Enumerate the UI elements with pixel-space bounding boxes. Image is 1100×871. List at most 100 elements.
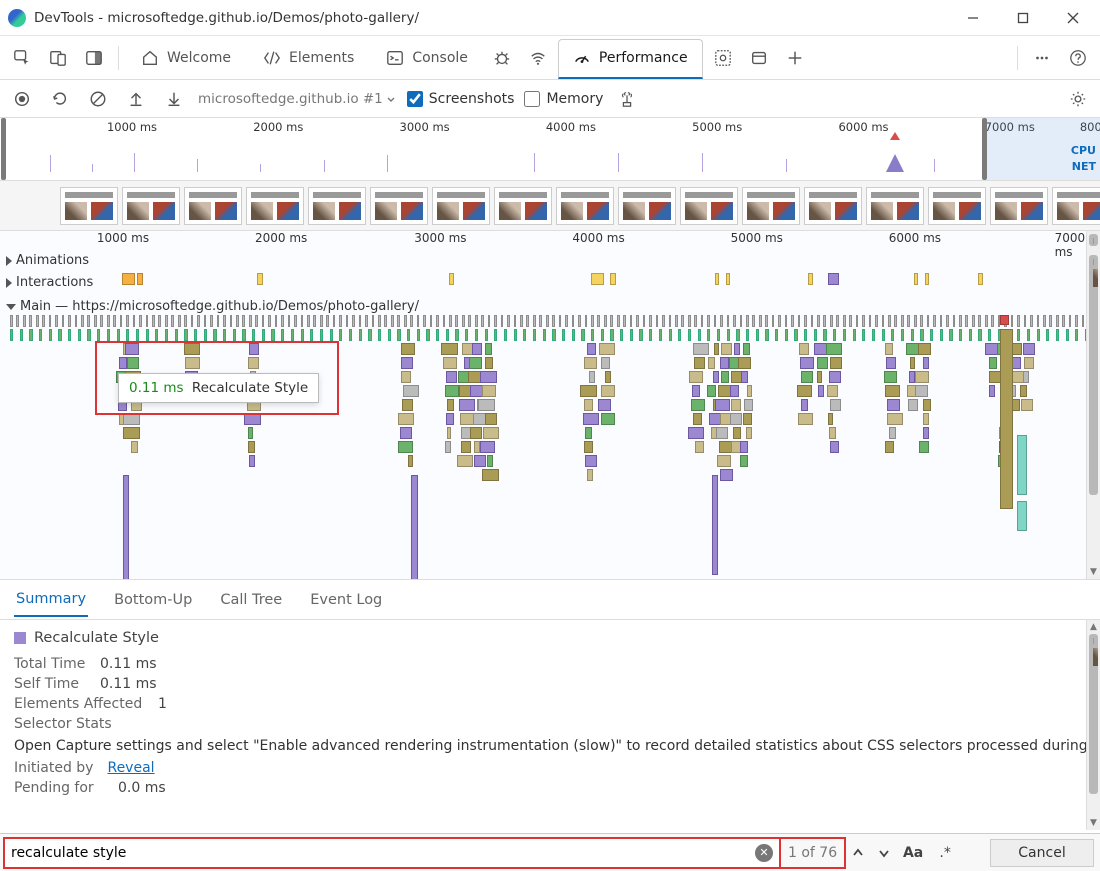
filmstrip-thumbnail[interactable] <box>494 187 552 225</box>
app-window-icon[interactable] <box>743 42 775 74</box>
match-case-button[interactable]: Aa <box>897 840 929 866</box>
flame-event[interactable] <box>747 385 752 397</box>
flame-event[interactable] <box>707 385 716 397</box>
flame-event[interactable] <box>584 441 593 453</box>
filmstrip-thumbnail[interactable] <box>184 187 242 225</box>
flame-event[interactable] <box>829 427 836 439</box>
flame-event[interactable] <box>401 343 415 355</box>
flame-event[interactable] <box>695 441 704 453</box>
flame-event[interactable] <box>827 385 839 397</box>
flame-event[interactable] <box>447 399 454 411</box>
flame-event[interactable] <box>885 385 901 397</box>
flame-event[interactable] <box>401 371 411 383</box>
flame-event[interactable] <box>830 441 839 453</box>
flame-event[interactable] <box>731 399 741 411</box>
flame-event[interactable] <box>601 385 615 397</box>
flame-event[interactable] <box>923 399 931 411</box>
flame-event[interactable] <box>915 385 927 397</box>
dock-side-icon[interactable] <box>78 42 110 74</box>
search-prev-button[interactable] <box>845 840 871 866</box>
clear-button[interactable] <box>84 85 112 113</box>
flame-event[interactable] <box>691 399 705 411</box>
flame-event[interactable] <box>469 357 481 369</box>
network-conditions-icon[interactable] <box>522 42 554 74</box>
flame-event[interactable] <box>487 455 493 467</box>
flame-event[interactable] <box>1024 357 1033 369</box>
flame-event[interactable] <box>694 357 705 369</box>
flame-event[interactable] <box>693 413 703 425</box>
flame-event[interactable] <box>923 427 928 439</box>
flame-event[interactable] <box>459 399 476 411</box>
flame-event[interactable] <box>1020 385 1027 397</box>
flame-event[interactable] <box>248 427 253 439</box>
flame-event[interactable] <box>797 385 812 397</box>
flame-event[interactable] <box>584 357 597 369</box>
load-profile-button[interactable] <box>122 85 150 113</box>
flame-event[interactable] <box>485 357 492 369</box>
flame-event[interactable] <box>714 343 718 355</box>
flame-event[interactable] <box>693 343 709 355</box>
filmstrip-thumbnail[interactable] <box>990 187 1048 225</box>
flame-event[interactable] <box>482 469 499 481</box>
flame-event[interactable] <box>730 413 743 425</box>
flame-event[interactable] <box>474 455 487 467</box>
tab-elements[interactable]: Elements <box>249 38 368 78</box>
flame-event[interactable] <box>885 441 894 453</box>
flame-event[interactable] <box>482 385 496 397</box>
flame-event[interactable] <box>887 399 900 411</box>
flame-event[interactable] <box>741 371 748 383</box>
flame-event[interactable] <box>485 413 497 425</box>
flame-event[interactable] <box>470 427 482 439</box>
flame-event[interactable] <box>605 371 611 383</box>
filmstrip-thumbnail[interactable] <box>1052 187 1100 225</box>
overview-minimap[interactable]: 1000 ms2000 ms3000 ms4000 ms5000 ms6000 … <box>0 118 1100 181</box>
screenshots-checkbox[interactable]: Screenshots <box>407 91 515 107</box>
flame-event[interactable] <box>408 455 414 467</box>
flame-event[interactable] <box>472 343 482 355</box>
main-track-header[interactable]: Main — https://microsoftedge.github.io/D… <box>0 297 425 316</box>
flame-event[interactable] <box>818 385 824 397</box>
flame-event[interactable] <box>587 343 596 355</box>
flame-event[interactable] <box>716 427 728 439</box>
flame-event[interactable] <box>601 357 610 369</box>
filmstrip-thumbnail[interactable] <box>804 187 862 225</box>
clear-search-icon[interactable]: ✕ <box>755 844 773 862</box>
flame-event[interactable] <box>123 427 140 439</box>
flame-scrollbar[interactable]: ▼ ▼ <box>1086 249 1100 579</box>
flame-event[interactable] <box>830 357 842 369</box>
filmstrip-thumbnail[interactable] <box>556 187 614 225</box>
flame-event[interactable] <box>249 455 255 467</box>
filmstrip-thumbnail[interactable] <box>928 187 986 225</box>
overview-left-handle[interactable] <box>1 118 6 180</box>
save-profile-button[interactable] <box>160 85 188 113</box>
flame-event[interactable] <box>583 413 600 425</box>
flame-event[interactable] <box>403 385 419 397</box>
filmstrip-thumbnail[interactable] <box>122 187 180 225</box>
flame-event[interactable] <box>478 399 495 411</box>
flame-ruler-scrollbar[interactable] <box>1086 231 1100 249</box>
tab-summary[interactable]: Summary <box>14 583 88 617</box>
bug-icon[interactable] <box>486 42 518 74</box>
flame-event[interactable] <box>801 371 812 383</box>
filmstrip-thumbnail[interactable] <box>246 187 304 225</box>
filmstrip-thumbnail[interactable] <box>866 187 924 225</box>
flame-event[interactable] <box>708 357 715 369</box>
window-minimize-button[interactable] <box>954 4 992 32</box>
flame-event[interactable] <box>457 455 473 467</box>
flame-event[interactable] <box>480 441 495 453</box>
flame-event[interactable] <box>445 385 458 397</box>
flame-event[interactable] <box>480 371 497 383</box>
flame-event[interactable] <box>908 399 918 411</box>
filmstrip-thumbnail[interactable] <box>370 187 428 225</box>
flame-event[interactable] <box>730 385 739 397</box>
flame-event[interactable] <box>746 427 753 439</box>
flame-event[interactable] <box>446 413 454 425</box>
filmstrip-thumbnail[interactable] <box>308 187 366 225</box>
flame-event[interactable] <box>989 385 995 397</box>
reveal-link[interactable]: Reveal <box>107 760 154 776</box>
flame-event[interactable] <box>398 441 413 453</box>
animations-track-header[interactable]: Animations <box>0 251 95 270</box>
flame-event[interactable] <box>398 413 414 425</box>
reload-record-button[interactable] <box>46 85 74 113</box>
filmstrip-thumbnail[interactable] <box>680 187 738 225</box>
